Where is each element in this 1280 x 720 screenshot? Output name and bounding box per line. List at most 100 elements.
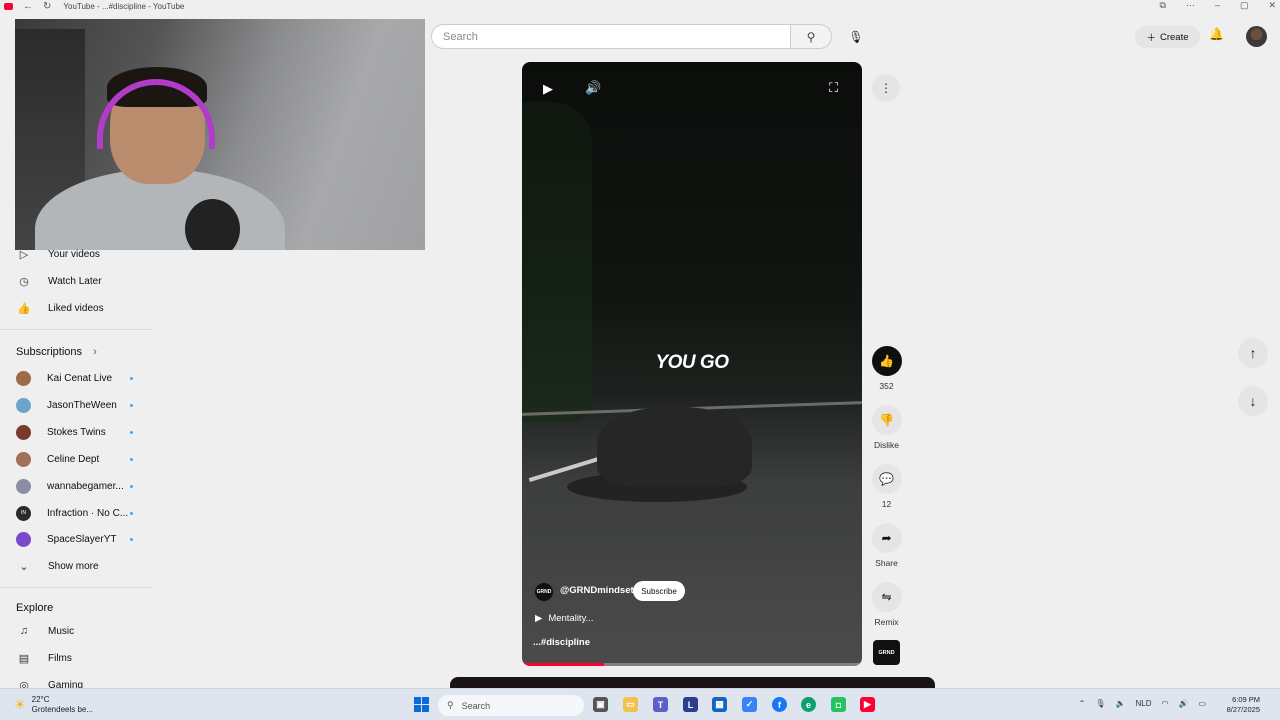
search-icon: ⚲: [806, 29, 816, 44]
task-view-icon[interactable]: ▣: [593, 697, 608, 712]
teams-icon[interactable]: T: [653, 697, 668, 712]
edge-icon[interactable]: e: [801, 697, 816, 712]
subscription-item[interactable]: Stokes Twins: [0, 421, 152, 443]
more-actions-button[interactable]: ⋮: [872, 74, 900, 102]
microphone-icon[interactable]: 🎙: [1095, 699, 1105, 708]
subscriptions-heading[interactable]: Subscriptions ›: [16, 346, 97, 358]
video-title[interactable]: ...#discipline: [533, 637, 590, 648]
sidebar-item-label: Music: [48, 625, 75, 637]
like-button[interactable]: 👍 352: [864, 346, 909, 391]
subscription-item[interactable]: IN Infraction · No C...: [0, 502, 152, 524]
user-avatar[interactable]: [1246, 26, 1267, 47]
next-short-button[interactable]: ↓: [1238, 386, 1268, 416]
chat-app-icon[interactable]: ◘: [831, 697, 846, 712]
chevron-right-icon: ›: [93, 346, 97, 358]
comments-button[interactable]: 💬 12: [864, 464, 909, 509]
sidebar-item-label: Watch Later: [48, 275, 102, 287]
channel-name[interactable]: @GRNDmindset: [560, 585, 634, 596]
dislike-label: Dislike: [873, 440, 900, 450]
subscription-item[interactable]: Kai Cenat Live: [0, 367, 152, 389]
back-icon[interactable]: ←: [23, 1, 33, 12]
microphone-icon: 🎙: [848, 30, 864, 44]
channel-avatar[interactable]: GRND: [534, 582, 554, 602]
restore-icon[interactable]: ▢: [1240, 0, 1249, 11]
share-label: Share: [875, 558, 898, 568]
store-icon[interactable]: ▦: [712, 697, 727, 712]
battery-icon[interactable]: ▭: [1198, 699, 1206, 708]
subscription-item[interactable]: SpaceSlayerYT: [0, 528, 152, 550]
new-content-dot: [130, 457, 133, 461]
close-icon[interactable]: ✕: [1268, 0, 1276, 11]
create-label: Create: [1160, 31, 1189, 43]
sound-link[interactable]: ▶ Mentality...: [535, 613, 594, 624]
todo-icon[interactable]: ✓: [742, 697, 757, 712]
new-content-dot: [130, 403, 133, 407]
windows-start-icon[interactable]: [414, 697, 429, 712]
clock[interactable]: 6:09 PM 8/27/2025: [1227, 695, 1260, 715]
sound-source-thumbnail[interactable]: GRND: [873, 640, 900, 665]
sidebar-item-your-videos[interactable]: ▷ Your videos: [0, 243, 152, 265]
taskbar-search-label: Search: [461, 700, 491, 711]
sidebar-item-films[interactable]: ▤ Films: [0, 647, 152, 669]
create-button[interactable]: ＋ Create: [1135, 26, 1200, 48]
l-app-icon[interactable]: L: [683, 697, 698, 712]
voice-search-button[interactable]: 🎙: [843, 24, 869, 50]
subscription-label: JasonTheWeen: [47, 399, 117, 411]
speaker-icon[interactable]: 🔈: [1116, 699, 1126, 708]
volume-icon[interactable]: 🔊: [1178, 699, 1188, 708]
share-icon: ➦: [871, 523, 902, 553]
avatar: [16, 478, 31, 494]
subscribe-button[interactable]: Subscribe: [633, 581, 685, 601]
youtube-app-icon[interactable]: ▶: [860, 697, 875, 712]
share-button[interactable]: ➦ Share: [864, 523, 909, 568]
comment-icon: 💬: [871, 464, 902, 494]
remix-button[interactable]: ⇋ Remix: [864, 582, 909, 627]
more-options-icon[interactable]: ⋯: [1186, 0, 1195, 11]
new-content-dot: [130, 430, 133, 434]
play-square-icon: ▷: [19, 248, 29, 261]
search-input[interactable]: Search: [431, 24, 791, 49]
subscription-item[interactable]: JasonTheWeen: [0, 394, 152, 416]
webcam-overlay: [15, 19, 425, 250]
show-more-button[interactable]: ⌄ Show more: [0, 555, 152, 577]
previous-short-button[interactable]: ↑: [1238, 338, 1268, 368]
new-content-dot: [130, 484, 133, 488]
split-screen-icon[interactable]: ⧉: [1159, 0, 1165, 11]
sidebar-item-watch-later[interactable]: ◷ Watch Later: [0, 270, 152, 292]
shorts-player[interactable]: YOU GO ▶ 🔊 ⛶ GRND @GRNDmindset Subscribe…: [522, 62, 862, 666]
weather-widget[interactable]: ☀ 22°C Grotendeels be...: [14, 695, 93, 715]
subscription-label: Infraction · No C...: [47, 507, 129, 519]
film-icon: ▤: [18, 652, 30, 665]
notifications-bell-icon[interactable]: 🔔: [1209, 27, 1224, 41]
taskbar-search[interactable]: ⚲ Search: [438, 695, 584, 716]
arrow-up-icon: ↑: [1249, 345, 1257, 361]
system-tray[interactable]: ⌃ 🎙 🔈 NLD ◠ 🔊 ▭: [1079, 699, 1206, 708]
subscription-item[interactable]: Celine Dept: [0, 448, 152, 470]
fullscreen-icon[interactable]: ⛶: [829, 80, 838, 96]
wifi-icon[interactable]: ◠: [1161, 699, 1168, 708]
sidebar-item-music[interactable]: ♫ Music: [0, 620, 152, 642]
new-content-dot: [130, 537, 133, 541]
facebook-icon[interactable]: f: [772, 697, 787, 712]
music-icon: ♫: [19, 625, 29, 637]
language-indicator[interactable]: NLD: [1135, 699, 1151, 708]
subscription-label: wannabegamer...: [47, 480, 124, 492]
chevron-up-icon[interactable]: ⌃: [1079, 699, 1086, 708]
sidebar-item-label: Films: [48, 652, 72, 664]
subscription-item[interactable]: wannabegamer...: [0, 475, 152, 497]
weather-sun-icon: ☀: [14, 697, 26, 712]
dislike-button[interactable]: 👎 Dislike: [864, 405, 909, 450]
play-icon[interactable]: ▶: [543, 81, 553, 97]
taskbar: ☀ 22°C Grotendeels be... ⚲ Search ▣ ▭ T …: [0, 688, 1280, 720]
play-small-icon: ▶: [535, 613, 543, 624]
volume-icon[interactable]: 🔊: [585, 80, 601, 96]
refresh-icon[interactable]: ↻: [43, 1, 51, 12]
sidebar-item-liked-videos[interactable]: 👍 Liked videos: [0, 297, 152, 319]
search-button[interactable]: ⚲: [790, 24, 832, 49]
file-explorer-icon[interactable]: ▭: [623, 697, 638, 712]
minimize-icon[interactable]: –: [1215, 0, 1220, 11]
explore-heading: Explore: [16, 602, 54, 614]
avatar: [16, 531, 31, 547]
new-content-dot: [130, 511, 133, 515]
thumb-up-icon: 👍: [17, 302, 31, 315]
